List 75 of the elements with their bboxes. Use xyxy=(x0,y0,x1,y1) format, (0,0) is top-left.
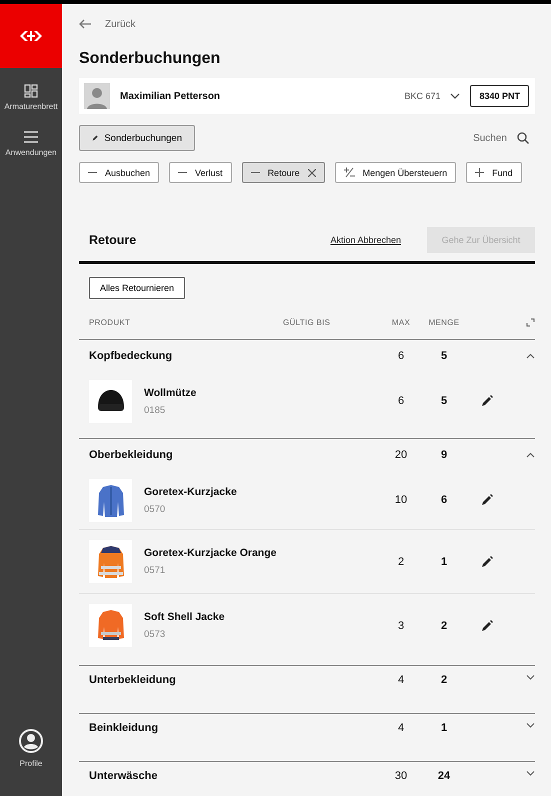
table-cell-text: 2 xyxy=(440,620,448,632)
search-button[interactable]: Suchen xyxy=(473,132,529,144)
column-header: MENGE xyxy=(428,318,460,326)
table-cell-text: 5 xyxy=(440,350,448,362)
table-cell-text: 6 xyxy=(396,395,406,407)
back-link[interactable]: Zurück xyxy=(105,18,136,30)
dashboard-icon xyxy=(24,84,38,98)
table-cell-text: 10 xyxy=(394,494,408,506)
search-icon xyxy=(517,132,529,144)
action-chip[interactable]: Verlust xyxy=(169,162,232,183)
back-arrow-icon[interactable] xyxy=(79,19,91,29)
section-title: Retoure xyxy=(89,233,138,247)
chevron-down-icon[interactable] xyxy=(450,93,460,99)
table-cell-text: 5 xyxy=(440,395,448,407)
product-name: Wollmütze xyxy=(144,386,196,398)
close-icon[interactable] xyxy=(308,168,316,176)
column-header: MAX xyxy=(390,318,412,326)
group-name: Unterbekleidung xyxy=(89,674,177,686)
action-chip[interactable]: Fund xyxy=(466,162,522,183)
product-code: 0570 xyxy=(144,504,166,514)
pencil-icon xyxy=(92,133,98,143)
table-cell-text: 24 xyxy=(436,770,452,782)
product-code: 0185 xyxy=(144,404,166,416)
table-cell-text: 9 xyxy=(440,449,448,461)
table-cell-text: 20 xyxy=(394,449,408,461)
menu-icon xyxy=(24,130,38,144)
action-chip[interactable]: Ausbuchen xyxy=(79,162,160,183)
return-all-button[interactable]: Alles Retournieren xyxy=(89,277,186,299)
table-cell-text: 2 xyxy=(440,674,448,686)
pencil-icon[interactable] xyxy=(481,620,493,632)
product-name: Soft Shell Jacke xyxy=(144,611,225,623)
customer-name: Maximilian Petterson xyxy=(120,90,222,102)
chevron-down-icon[interactable] xyxy=(526,770,535,777)
pencil-icon[interactable] xyxy=(481,494,493,506)
table-cell-text: 4 xyxy=(396,722,406,734)
chevron-down-icon[interactable] xyxy=(526,722,535,729)
avatar-icon xyxy=(84,83,110,109)
table-cell-text: 3 xyxy=(396,620,406,632)
expand-icon[interactable] xyxy=(526,318,535,326)
table-cell-text: 2 xyxy=(396,556,406,568)
nav-item[interactable]: Anwendungen xyxy=(0,128,62,161)
points-badge: 8340 PNT xyxy=(470,85,529,107)
table-cell-text: 6 xyxy=(396,350,406,362)
chevron-up-icon[interactable] xyxy=(526,352,535,360)
chevron-up-icon[interactable] xyxy=(526,452,535,458)
group-name: Oberbekleidung xyxy=(89,449,174,461)
table-cell-text: 1 xyxy=(440,722,448,734)
table-cell-text: 1 xyxy=(440,556,448,568)
chevron-down-icon[interactable] xyxy=(526,674,535,681)
action-chip[interactable]: Mengen Übersteuern xyxy=(334,162,456,183)
logo-icon xyxy=(20,30,42,42)
product-code: 0573 xyxy=(144,629,166,640)
table-cell-text: 30 xyxy=(394,770,408,782)
group-name: Kopfbedeckung xyxy=(89,350,174,362)
cancel-link[interactable]: Aktion Abbrechen xyxy=(330,235,401,245)
nav-item[interactable]: Armaturenbrett xyxy=(0,82,62,114)
pencil-icon[interactable] xyxy=(481,556,493,568)
product-code: 0571 xyxy=(144,565,166,576)
product-name: Goretex-Kurzjacke Orange xyxy=(144,547,276,559)
table-cell-text: 4 xyxy=(396,674,406,686)
plus-minus-icon xyxy=(344,167,355,178)
pencil-icon[interactable] xyxy=(481,395,493,407)
page-title: Sonderbuchungen xyxy=(79,50,222,68)
table-cell-text: 6 xyxy=(440,494,448,506)
group-name: Beinkleidung xyxy=(89,722,160,734)
user-icon[interactable] xyxy=(19,729,43,753)
action-chip[interactable]: Retoure xyxy=(242,162,325,183)
column-header: GÜLTIG BIS xyxy=(283,318,332,326)
group-name: Unterwäsche xyxy=(89,770,158,782)
mode-button[interactable]: Sonderbuchungen xyxy=(79,125,195,151)
product-name: Goretex-Kurzjacke xyxy=(144,486,237,498)
plus-icon xyxy=(475,168,484,177)
customer-code: BKC 671 xyxy=(404,91,440,101)
profile-button[interactable]: Profile xyxy=(19,729,43,768)
column-header: PRODUKT xyxy=(89,318,132,326)
